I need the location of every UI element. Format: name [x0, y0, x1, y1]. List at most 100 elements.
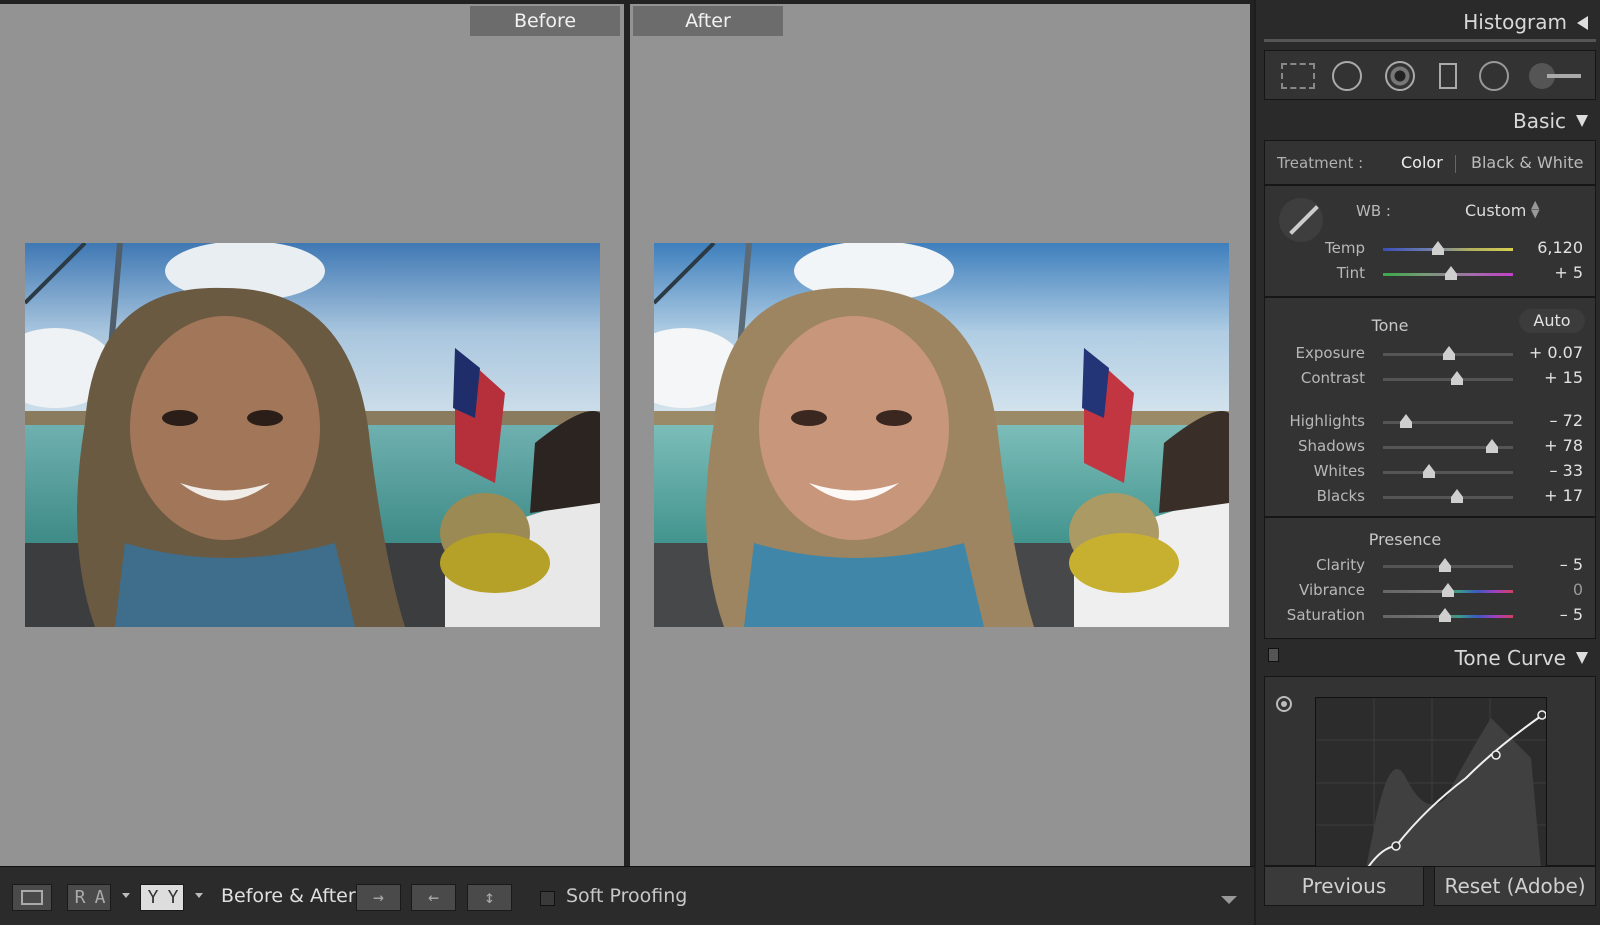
- temp-value[interactable]: 6,120: [1523, 238, 1583, 257]
- treatment-divider: [1455, 155, 1456, 173]
- blacks-label: Blacks: [1316, 487, 1365, 505]
- contrast-value[interactable]: + 15: [1523, 368, 1583, 387]
- compare-view: Before After: [0, 0, 1254, 866]
- tool-strip: [1264, 50, 1596, 100]
- saturation-label: Saturation: [1286, 606, 1365, 624]
- highlights-value[interactable]: – 72: [1523, 411, 1583, 430]
- targeted-adjustment-icon[interactable]: [1276, 696, 1292, 712]
- before-after-tb-button[interactable]: Y Y: [140, 884, 184, 911]
- whites-label: Whites: [1313, 462, 1365, 480]
- blacks-slider-thumb[interactable]: [1450, 489, 1464, 503]
- exposure-slider-thumb[interactable]: [1442, 346, 1456, 360]
- histogram-title: Histogram: [1463, 10, 1567, 34]
- clarity-slider-thumb[interactable]: [1438, 558, 1452, 572]
- adjustment-brush-icon[interactable]: [1529, 63, 1581, 89]
- bottom-toolbar: R A Y Y Before & After : → ← ↕ Soft Proo…: [0, 866, 1254, 925]
- treatment-row: Treatment : Color Black & White: [1264, 140, 1596, 185]
- reset-button[interactable]: Reset (Adobe): [1434, 866, 1596, 906]
- shadows-value[interactable]: + 78: [1523, 436, 1583, 455]
- collapse-tone-curve-icon: [1576, 652, 1588, 664]
- blacks-slider[interactable]: [1383, 489, 1513, 503]
- red-eye-icon[interactable]: [1385, 61, 1415, 91]
- exposure-value[interactable]: + 0.07: [1523, 343, 1583, 362]
- copy-after-to-before-button[interactable]: ←: [411, 884, 456, 911]
- exposure-slider[interactable]: [1383, 346, 1513, 360]
- copy-before-to-after-button[interactable]: →: [356, 884, 401, 911]
- yy-dropdown-icon[interactable]: [195, 893, 203, 898]
- tone-section: Tone Auto Exposure + 0.07 Contrast + 15 …: [1264, 297, 1596, 517]
- crop-overlay-icon[interactable]: [1281, 63, 1315, 89]
- presence-label: Presence: [1368, 530, 1442, 549]
- presence-section: Presence Clarity – 5 Vibrance 0 Saturati…: [1264, 517, 1596, 639]
- yy-right-letter: Y: [167, 887, 179, 908]
- tone-curve-toggle[interactable]: [1268, 648, 1279, 662]
- before-pane: Before: [0, 4, 624, 866]
- soft-proofing-checkbox[interactable]: [540, 891, 555, 906]
- ra-left-letter: R: [74, 887, 86, 908]
- temp-label: Temp: [1325, 239, 1365, 257]
- graduated-filter-icon[interactable]: [1439, 63, 1457, 89]
- tint-value[interactable]: + 5: [1523, 263, 1583, 282]
- tint-slider[interactable]: [1383, 266, 1513, 280]
- tint-slider-thumb[interactable]: [1444, 266, 1458, 280]
- yy-left-letter: Y: [147, 887, 159, 908]
- vibrance-slider-thumb[interactable]: [1441, 583, 1455, 597]
- auto-tone-button[interactable]: Auto: [1519, 309, 1585, 333]
- temp-slider[interactable]: [1383, 241, 1513, 255]
- vibrance-label: Vibrance: [1299, 581, 1365, 599]
- ra-dropdown-icon[interactable]: [122, 893, 130, 898]
- collapse-left-icon: [1577, 16, 1588, 30]
- radial-filter-icon[interactable]: [1479, 61, 1509, 91]
- histogram-header[interactable]: Histogram: [1463, 10, 1588, 34]
- toolbar-options-icon[interactable]: [1221, 896, 1237, 904]
- tone-curve-graph[interactable]: [1315, 697, 1547, 867]
- contrast-slider-thumb[interactable]: [1450, 371, 1464, 385]
- exposure-label: Exposure: [1295, 344, 1365, 362]
- loupe-view-button[interactable]: [12, 884, 52, 911]
- whites-value[interactable]: – 33: [1523, 461, 1583, 480]
- temp-slider-thumb[interactable]: [1431, 241, 1445, 255]
- saturation-slider-thumb[interactable]: [1438, 608, 1452, 622]
- before-label: Before: [470, 6, 620, 36]
- shadows-slider[interactable]: [1383, 439, 1513, 453]
- swap-before-after-button[interactable]: ↕: [467, 884, 512, 911]
- clarity-value[interactable]: – 5: [1523, 555, 1583, 574]
- vibrance-value[interactable]: 0: [1523, 580, 1583, 599]
- clarity-slider[interactable]: [1383, 558, 1513, 572]
- previous-button[interactable]: Previous: [1264, 866, 1424, 906]
- tone-curve-header[interactable]: Tone Curve: [1455, 646, 1588, 670]
- treatment-bw-option[interactable]: Black & White: [1471, 153, 1583, 172]
- develop-panel: Histogram Basic Treatment : Color Black …: [1256, 0, 1600, 925]
- before-photo: [25, 243, 600, 627]
- shadows-label: Shadows: [1297, 437, 1365, 455]
- swap-vertical-icon: ↕: [484, 887, 495, 908]
- tone-curve-section: [1264, 676, 1596, 867]
- basic-header[interactable]: Basic: [1513, 109, 1588, 133]
- arrow-left-icon: ←: [428, 887, 439, 908]
- whites-slider-thumb[interactable]: [1422, 464, 1436, 478]
- blacks-value[interactable]: + 17: [1523, 486, 1583, 505]
- before-after-label: Before & After :: [221, 885, 369, 907]
- collapse-basic-icon: [1576, 115, 1588, 127]
- vibrance-slider[interactable]: [1383, 583, 1513, 597]
- shadows-slider-thumb[interactable]: [1485, 439, 1499, 453]
- saturation-slider[interactable]: [1383, 608, 1513, 622]
- wb-select-stepper-icon[interactable]: ▲ ▼: [1531, 199, 1539, 219]
- highlights-slider[interactable]: [1383, 414, 1513, 428]
- before-after-lr-button[interactable]: R A: [67, 884, 111, 911]
- after-pane: After: [630, 4, 1250, 866]
- saturation-value[interactable]: – 5: [1523, 605, 1583, 624]
- tint-label: Tint: [1336, 264, 1365, 282]
- arrow-right-icon: →: [373, 887, 384, 908]
- highlights-label: Highlights: [1289, 412, 1365, 430]
- treatment-color-option[interactable]: Color: [1401, 153, 1443, 172]
- contrast-slider[interactable]: [1383, 371, 1513, 385]
- ra-right-letter: A: [94, 887, 106, 908]
- after-label: After: [633, 6, 783, 36]
- clarity-label: Clarity: [1316, 556, 1365, 574]
- tone-curve-title: Tone Curve: [1454, 646, 1566, 670]
- whites-slider[interactable]: [1383, 464, 1513, 478]
- wb-select[interactable]: Custom: [1465, 201, 1526, 220]
- highlights-slider-thumb[interactable]: [1399, 414, 1413, 428]
- spot-removal-icon[interactable]: [1332, 61, 1362, 91]
